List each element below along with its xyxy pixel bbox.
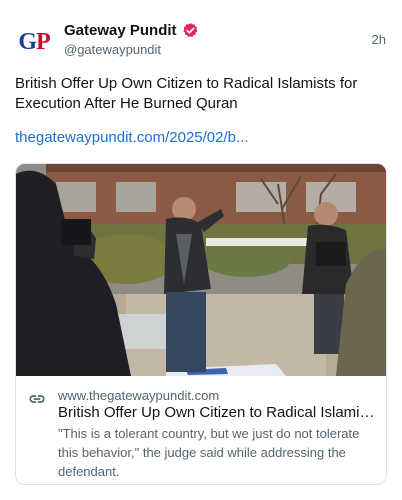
link-preview-image[interactable] [16, 164, 386, 376]
author-name-row: Gateway Pundit [64, 22, 199, 39]
avatar[interactable]: GP [14, 22, 54, 62]
author-display-name[interactable]: Gateway Pundit [64, 22, 177, 39]
link-preview-title[interactable]: British Offer Up Own Citizen to Radical … [58, 404, 378, 421]
post-text: British Offer Up Own Citizen to Radical … [15, 75, 358, 112]
verified-badge-icon [182, 22, 199, 39]
link-preview-footer: www.thegatewaypundit.com British Offer U… [16, 376, 386, 484]
link-icon [28, 390, 46, 408]
link-preview-card[interactable]: www.thegatewaypundit.com British Offer U… [15, 163, 387, 485]
avatar-logo: GP [18, 28, 50, 55]
post-link[interactable]: thegatewaypundit.com/2025/02/b... [15, 129, 249, 146]
post-card[interactable]: GP Gateway Pundit @gatewaypundit 2h Brit… [0, 0, 402, 500]
author-handle[interactable]: @gatewaypundit [64, 42, 161, 57]
post-timestamp[interactable]: 2h [372, 32, 386, 47]
link-preview-description: "This is a tolerant country, but we just… [58, 426, 360, 479]
link-preview-domain: www.thegatewaypundit.com [58, 388, 220, 403]
